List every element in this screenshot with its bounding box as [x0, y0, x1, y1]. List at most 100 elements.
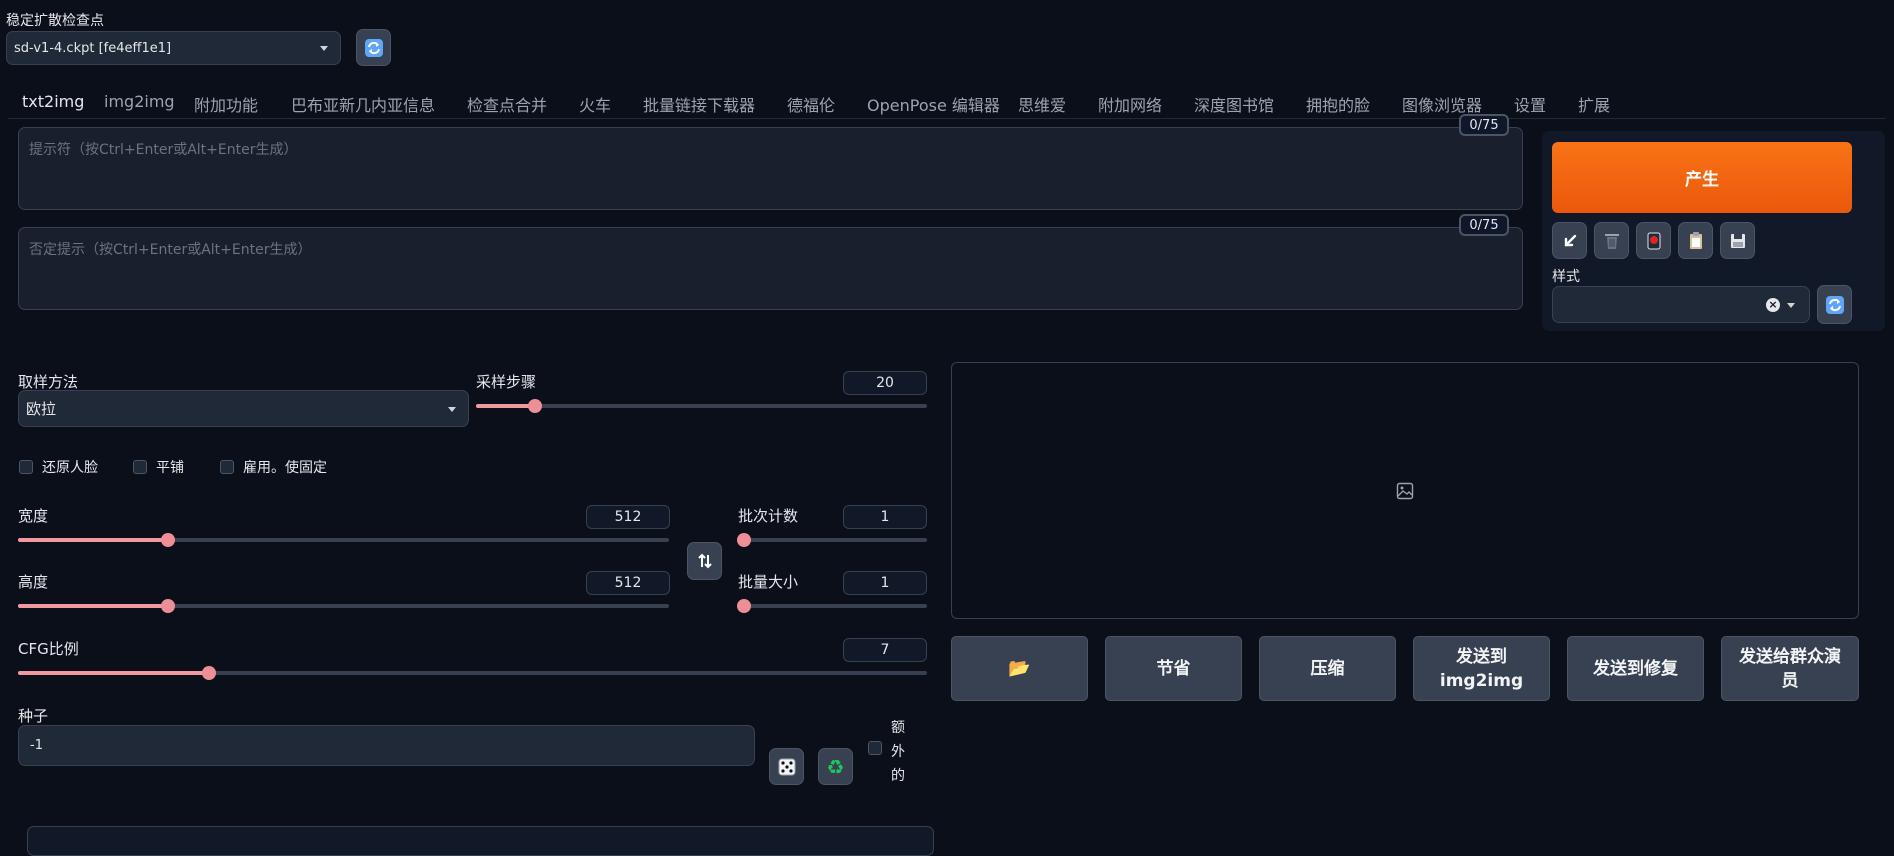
- tab-train[interactable]: 火车: [579, 92, 611, 116]
- width-input[interactable]: 512: [586, 505, 670, 529]
- sampler-label: 取样方法: [18, 373, 79, 391]
- refresh-icon: [364, 38, 383, 57]
- recycle-icon: ♻: [826, 754, 845, 779]
- width-slider-fill: [18, 538, 168, 542]
- show-extra-networks-button[interactable]: [1636, 222, 1671, 259]
- styles-refresh-button[interactable]: [1817, 285, 1852, 324]
- tab-deforum[interactable]: 德福伦: [787, 92, 835, 116]
- seed-input[interactable]: -1: [18, 725, 755, 766]
- batch-count-input[interactable]: 1: [843, 505, 927, 529]
- tab-depth-library[interactable]: 深度图书馆: [1194, 92, 1274, 116]
- tab-batch-downloader[interactable]: 批量链接下载器: [643, 92, 755, 116]
- image-placeholder-icon: [1396, 482, 1414, 499]
- batch-count-label: 批次计数: [738, 507, 799, 525]
- output-image-area: [951, 362, 1859, 619]
- tab-img2img[interactable]: img2img: [104, 92, 175, 111]
- batch-count-slider-thumb[interactable]: [737, 533, 751, 547]
- batch-size-label: 批量大小: [738, 573, 799, 591]
- save-style-button[interactable]: [1720, 222, 1755, 259]
- batch-count-slider[interactable]: [737, 533, 927, 547]
- folder-icon: 📂: [1008, 657, 1031, 679]
- tab-checkpoint-merger[interactable]: 检查点合并: [467, 92, 547, 116]
- batch-size-input[interactable]: 1: [843, 571, 927, 595]
- batch-size-slider-thumb[interactable]: [737, 599, 751, 613]
- sampler-value: 欧拉: [26, 400, 57, 418]
- width-label: 宽度: [18, 507, 49, 525]
- tab-extras[interactable]: 附加功能: [194, 92, 258, 116]
- open-folder-button[interactable]: 📂: [951, 636, 1088, 701]
- styles-select[interactable]: ×: [1552, 286, 1810, 323]
- tab-png-info[interactable]: 巴布亚新几内亚信息: [291, 92, 435, 116]
- tab-additional-networks[interactable]: 附加网络: [1098, 92, 1162, 116]
- steps-input[interactable]: 20: [843, 371, 927, 395]
- random-seed-button[interactable]: [769, 748, 804, 785]
- tab-image-browser[interactable]: 图像浏览器: [1402, 92, 1482, 116]
- chevron-down-icon: [320, 46, 328, 51]
- height-label: 高度: [18, 573, 49, 591]
- negative-prompt-token-counter: 0/75: [1459, 214, 1509, 236]
- zip-button[interactable]: 压缩: [1259, 636, 1396, 701]
- checkpoint-refresh-button[interactable]: [356, 29, 391, 66]
- seed-label: 种子: [18, 707, 49, 725]
- save-button[interactable]: 节省: [1105, 636, 1242, 701]
- sampler-select[interactable]: 欧拉: [18, 390, 469, 427]
- negative-prompt-input[interactable]: 否定提示（按Ctrl+Enter或Alt+Enter生成）: [18, 227, 1523, 310]
- script-panel: [27, 826, 934, 856]
- send-to-inpaint-button[interactable]: 发送到修复: [1567, 636, 1704, 701]
- height-slider[interactable]: [18, 599, 669, 613]
- send-to-img2img-button[interactable]: 发送到img2img: [1413, 636, 1550, 701]
- swap-dimensions-button[interactable]: [687, 542, 722, 580]
- swap-arrows-icon: [697, 553, 712, 569]
- hires-fix-checkbox[interactable]: [220, 460, 234, 474]
- tab-divider: [8, 118, 1886, 119]
- apply-style-button[interactable]: [1678, 222, 1713, 259]
- checkpoint-select[interactable]: sd-v1-4.ckpt [fe4eff1e1]: [6, 31, 341, 65]
- height-input[interactable]: 512: [586, 571, 670, 595]
- height-slider-fill: [18, 604, 168, 608]
- tab-txt2img[interactable]: txt2img: [22, 92, 84, 111]
- send-to-extras-button[interactable]: 发送给群众演员: [1721, 636, 1859, 701]
- reuse-seed-button[interactable]: ♻: [818, 748, 853, 785]
- batch-size-slider[interactable]: [737, 599, 927, 613]
- tab-extensions[interactable]: 扩展: [1578, 92, 1610, 116]
- clipboard-icon: [1689, 231, 1702, 249]
- cfg-label: CFG比例: [18, 640, 79, 658]
- tab-settings[interactable]: 设置: [1514, 92, 1546, 116]
- tiling-checkbox[interactable]: [133, 460, 147, 474]
- tab-mindmap[interactable]: 思维爱: [1018, 92, 1066, 116]
- tab-openpose-editor[interactable]: OpenPose 编辑器: [867, 92, 1000, 116]
- prompt-token-counter: 0/75: [1459, 114, 1509, 136]
- restore-faces-label: 还原人脸: [42, 460, 98, 476]
- generate-button[interactable]: 产生: [1552, 142, 1852, 213]
- height-slider-thumb[interactable]: [160, 599, 175, 613]
- clear-icon[interactable]: ×: [1766, 298, 1780, 312]
- extra-seed-checkbox[interactable]: [868, 741, 882, 755]
- tab-hugging-face[interactable]: 拥抱的脸: [1306, 92, 1370, 116]
- styles-label: 样式: [1552, 269, 1580, 285]
- chevron-down-icon: [1787, 302, 1795, 308]
- steps-label: 采样步骤: [476, 373, 537, 391]
- dice-icon: [778, 758, 795, 775]
- width-slider[interactable]: [18, 533, 669, 547]
- checkpoint-value: sd-v1-4.ckpt [fe4eff1e1]: [14, 40, 172, 56]
- restore-faces-checkbox[interactable]: [19, 460, 33, 474]
- chevron-down-icon: [448, 406, 456, 412]
- prompt-placeholder: 提示符（按Ctrl+Enter或Alt+Enter生成）: [29, 142, 298, 158]
- cfg-input[interactable]: 7: [843, 638, 927, 662]
- read-params-button[interactable]: [1552, 222, 1587, 259]
- prompt-input[interactable]: 提示符（按Ctrl+Enter或Alt+Enter生成）: [18, 127, 1523, 210]
- extra-seed-label-line: 外: [891, 744, 905, 760]
- clear-prompt-button[interactable]: [1594, 222, 1629, 259]
- cfg-slider-fill: [18, 671, 209, 675]
- checkpoint-label: 稳定扩散检查点: [6, 13, 104, 29]
- steps-slider[interactable]: [476, 399, 927, 413]
- cfg-slider[interactable]: [18, 666, 927, 680]
- steps-slider-thumb[interactable]: [527, 399, 542, 413]
- hires-fix-label: 雇用。使固定: [243, 460, 327, 476]
- extra-seed-label-line: 的: [891, 768, 905, 784]
- refresh-icon: [1825, 295, 1844, 314]
- trash-icon: [1604, 233, 1619, 249]
- cfg-slider-thumb[interactable]: [201, 666, 216, 680]
- width-slider-thumb[interactable]: [160, 533, 175, 547]
- extra-seed-label-line: 额: [891, 720, 905, 736]
